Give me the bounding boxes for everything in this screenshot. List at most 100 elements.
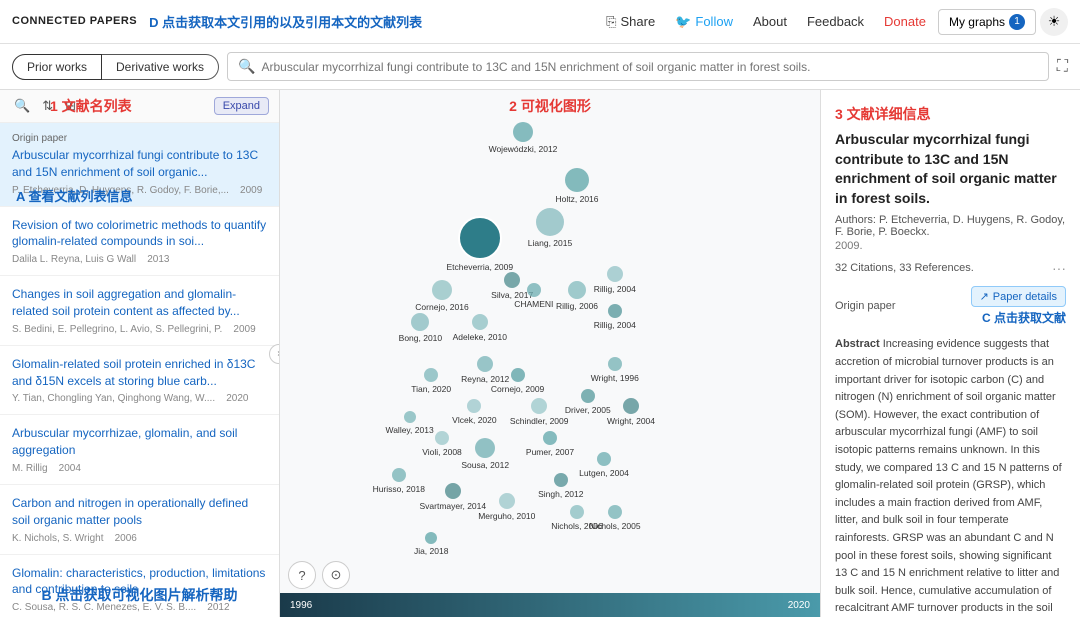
center-panel: 2 可视化图形 Holtz, 2016Wojewódzki, 2012Etche… <box>280 90 820 617</box>
node-label: Driver, 2005 <box>565 405 611 415</box>
paper-item[interactable]: Arbuscular mycorrhizae, glomalin, and so… <box>0 415 279 485</box>
node-label: Vlcek, 2020 <box>452 415 496 425</box>
node-label: Wright, 1996 <box>591 373 639 383</box>
paper-item[interactable]: Carbon and nitrogen in operationally def… <box>0 485 279 555</box>
viz-node[interactable] <box>568 281 586 299</box>
viz-node[interactable] <box>608 304 622 318</box>
tab-prior-works[interactable]: Prior works <box>12 54 102 80</box>
viz-node[interactable] <box>531 398 547 414</box>
search-input[interactable] <box>261 60 1037 74</box>
paper-title: Glomalin-related soil protein enriched i… <box>12 356 267 390</box>
tab-group: Prior works Derivative works <box>12 54 219 80</box>
node-label: Violi, 2008 <box>422 447 462 457</box>
paper-item[interactable]: Glomalin-related soil protein enriched i… <box>0 346 279 416</box>
node-label: Nichols, 2005 <box>589 521 641 531</box>
viz-node[interactable] <box>536 208 564 236</box>
paper-item[interactable]: Revision of two colorimetric methods to … <box>0 207 279 277</box>
paper-item[interactable]: Origin paperArbuscular mycorrhizal fungi… <box>0 123 279 207</box>
annotation-3: 3 文献详细信息 <box>835 106 931 122</box>
viz-node[interactable] <box>477 356 493 372</box>
search-papers-button[interactable]: 🔍 <box>10 96 34 116</box>
left-panel-toolbar: 🔍 ⇅ ⊞ <box>10 96 80 116</box>
node-label: Jia, 2018 <box>414 546 449 556</box>
viz-node[interactable] <box>543 431 557 445</box>
viz-node[interactable] <box>392 468 406 482</box>
viz-node[interactable] <box>608 505 622 519</box>
viz-node[interactable] <box>527 283 541 297</box>
origin-row: Origin paper ↗ Paper details C 点击获取文献 <box>835 286 1066 326</box>
paper-item[interactable]: Glomalin: characteristics, production, l… <box>0 555 279 617</box>
about-button[interactable]: About <box>745 10 795 33</box>
compass-button[interactable]: ⊙ <box>322 561 350 589</box>
header: CONNECTED PAPERS D 点击获取本文引用的以及引用本文的文献列表 … <box>0 0 1080 44</box>
fullscreen-icon[interactable]: ⛶ <box>1057 58 1068 76</box>
more-options-button[interactable]: ··· <box>1052 260 1066 276</box>
abstract-text: Increasing evidence suggests that accret… <box>835 338 1062 617</box>
right-panel: 3 文献详细信息 Arbuscular mycorrhizal fungi co… <box>820 90 1080 617</box>
sort-papers-button[interactable]: ⇅ <box>38 96 57 116</box>
donate-button[interactable]: Donate <box>876 10 934 33</box>
viz-node[interactable] <box>581 389 595 403</box>
viz-node[interactable] <box>513 122 533 142</box>
node-label: CHAMENI <box>514 299 553 309</box>
node-label: Tian, 2020 <box>411 384 451 394</box>
viz-node[interactable] <box>467 399 481 413</box>
viz-canvas[interactable]: Holtz, 2016Wojewódzki, 2012Etcheverria, … <box>280 90 820 617</box>
share-icon: ⎘ <box>606 14 616 30</box>
viz-node[interactable] <box>432 280 452 300</box>
node-label: Rillig, 2006 <box>556 301 598 311</box>
viz-node[interactable] <box>608 357 622 371</box>
viz-node[interactable] <box>411 313 429 331</box>
viz-node[interactable] <box>424 368 438 382</box>
follow-button[interactable]: 🐦 Follow <box>667 10 741 34</box>
node-label: Wojewódzki, 2012 <box>489 144 558 154</box>
viz-node[interactable] <box>623 398 639 414</box>
right-panel-citations: 32 Citations, 33 References. ··· <box>835 260 1066 276</box>
timeline-end: 2020 <box>788 600 810 611</box>
paper-title: Carbon and nitrogen in operationally def… <box>12 495 267 529</box>
theme-toggle-button[interactable]: ☀ <box>1040 8 1068 36</box>
paper-meta: Dalila L. Reyna, Luis G Wall 2013 <box>12 254 267 265</box>
node-label: Cornejo, 2016 <box>415 302 468 312</box>
paper-details-button[interactable]: ↗ Paper details <box>971 286 1066 307</box>
viz-node[interactable] <box>425 532 437 544</box>
filter-papers-button[interactable]: ⊞ <box>61 96 80 116</box>
viz-node[interactable] <box>404 411 416 423</box>
paper-meta: C. Sousa, R. S. C. Menezes, E. V. S. B..… <box>12 602 267 613</box>
node-label: Rillig, 2004 <box>594 320 636 330</box>
viz-node[interactable] <box>499 493 515 509</box>
node-label: Merguho, 2010 <box>478 511 535 521</box>
viz-node[interactable] <box>565 168 589 192</box>
timeline-start: 1996 <box>290 600 312 611</box>
left-panel-header: 🔍 ⇅ ⊞ Expand <box>0 90 279 123</box>
tab-derivative-works[interactable]: Derivative works <box>102 54 219 80</box>
right-panel-abstract: Abstract Increasing evidence suggests th… <box>835 336 1066 617</box>
viz-node[interactable] <box>554 473 568 487</box>
paper-meta: P. Etcheverria, D. Huygens, R. Godoy, F.… <box>12 185 267 196</box>
viz-node[interactable] <box>458 216 502 260</box>
help-button[interactable]: ? <box>288 561 316 589</box>
viz-node[interactable] <box>511 368 525 382</box>
expand-button[interactable]: Expand <box>214 97 269 115</box>
paper-item[interactable]: Changes in soil aggregation and glomalin… <box>0 276 279 346</box>
node-label: Schindler, 2009 <box>510 416 569 426</box>
paper-meta: K. Nichols, S. Wright 2006 <box>12 533 267 544</box>
viz-node[interactable] <box>475 438 495 458</box>
viz-node[interactable] <box>597 452 611 466</box>
node-label: Walley, 2013 <box>385 425 433 435</box>
viz-node[interactable] <box>435 431 449 445</box>
paper-title: Glomalin: characteristics, production, l… <box>12 565 267 599</box>
viz-node[interactable] <box>472 314 488 330</box>
my-graphs-button[interactable]: My graphs 1 <box>938 9 1036 35</box>
timeline-bar: 1996 2020 <box>280 593 820 617</box>
header-title: D 点击获取本文引用的以及引用本文的文献列表 <box>149 12 422 31</box>
node-label: Holtz, 2016 <box>556 194 599 204</box>
viz-node[interactable] <box>570 505 584 519</box>
node-label: Bong, 2010 <box>399 333 442 343</box>
viz-node[interactable] <box>504 272 520 288</box>
search-icon: 🔍 <box>238 58 255 75</box>
viz-node[interactable] <box>607 266 623 282</box>
feedback-button[interactable]: Feedback <box>799 10 872 33</box>
share-button[interactable]: ⎘ Share <box>598 10 663 34</box>
viz-node[interactable] <box>445 483 461 499</box>
